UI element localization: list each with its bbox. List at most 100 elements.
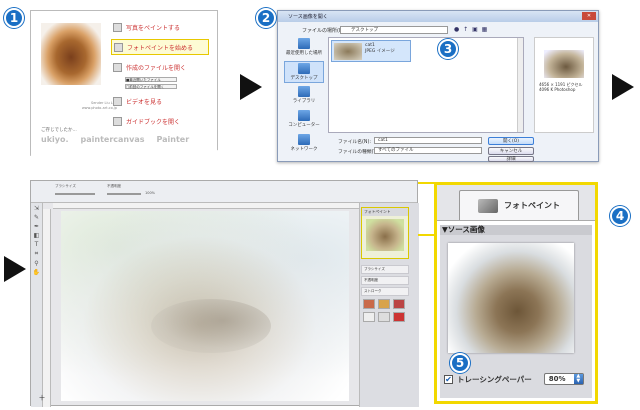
place-label: デスクトップ bbox=[290, 76, 318, 81]
fill-tool-icon[interactable]: ◧ bbox=[31, 232, 42, 239]
dialog-title-text: ソース画像を開く bbox=[288, 14, 328, 20]
file-list-scrollbar[interactable] bbox=[517, 38, 523, 132]
brush-size-label: ブラシサイズ bbox=[55, 184, 76, 188]
nav-toolbar-icons[interactable]: ● ↑ ▣ ▦ bbox=[454, 26, 488, 33]
file-list[interactable]: cat1 JPEG イメージ bbox=[328, 37, 524, 133]
ctrl-brush-size[interactable]: ブラシサイズ bbox=[361, 265, 409, 274]
ctrl-opacity[interactable]: 不透明度 bbox=[361, 276, 409, 285]
logo-painter[interactable]: Painter bbox=[156, 135, 189, 144]
computer-icon bbox=[298, 110, 310, 121]
horizontal-ruler bbox=[53, 203, 359, 209]
tracing-paper-label: トレーシングペーパー bbox=[457, 374, 532, 384]
swatch[interactable] bbox=[378, 312, 390, 322]
tracing-opacity-stepper[interactable]: 80% ▲ ▼ bbox=[543, 373, 584, 385]
menu-item-paint-photo[interactable]: 写真をペイントする bbox=[111, 19, 209, 35]
zoom-tool-icon[interactable]: ⚲ bbox=[31, 260, 42, 267]
tab-photopaint[interactable]: フォトペイント bbox=[459, 190, 579, 220]
brush-size-slider[interactable] bbox=[55, 193, 95, 195]
place-network[interactable]: ネットワーク bbox=[284, 133, 324, 155]
mini-source-image bbox=[366, 219, 404, 251]
desktop-icon bbox=[298, 63, 310, 74]
tracing-paper-row: ✔ トレーシングペーパー 80% ▲ ▼ bbox=[444, 373, 584, 385]
vertical-ruler bbox=[43, 209, 51, 407]
welcome-window: Sender Liu Leo www.photo-art.co.jp 写真をペイ… bbox=[30, 10, 218, 158]
brush-controls: ブラシサイズ 不透明度 ストローク bbox=[361, 265, 409, 298]
preview-image bbox=[544, 50, 584, 78]
swatch[interactable] bbox=[363, 312, 375, 322]
arrow-right-icon bbox=[240, 74, 262, 100]
zoom-connector bbox=[418, 234, 435, 236]
place-desktop[interactable]: デスクトップ bbox=[284, 61, 324, 83]
folder-icon bbox=[113, 62, 122, 72]
document-canvas[interactable] bbox=[61, 211, 349, 401]
network-icon bbox=[298, 134, 310, 145]
recent-icon bbox=[298, 38, 310, 49]
brush-icon bbox=[478, 198, 498, 213]
filename-label: ファイル名(N): bbox=[338, 140, 371, 145]
recent-files: ■最近開いたファイル □前回のファイルを開く bbox=[125, 77, 209, 89]
location-select[interactable]: デスクトップ bbox=[340, 26, 448, 34]
swatch[interactable] bbox=[393, 312, 405, 322]
swatch[interactable] bbox=[363, 299, 375, 309]
tracing-paper-checkbox[interactable]: ✔ bbox=[444, 374, 453, 384]
hand-tool-icon[interactable]: ✋ bbox=[31, 269, 42, 276]
filetype-select[interactable]: すべてのファイル bbox=[374, 147, 482, 154]
move-tool-icon[interactable]: ⇲ bbox=[31, 205, 42, 212]
app-window: ブラシサイズ 不透明度 100% cat_1.jpg @ 100% (トレーシン… bbox=[30, 180, 419, 407]
top-toolbar: ブラシサイズ 不透明度 100% bbox=[31, 181, 417, 203]
mini-panel-tab[interactable]: フォトペイント bbox=[362, 208, 408, 216]
menu-item-label: ビデオを見る bbox=[126, 98, 163, 106]
menu-item-guidebook[interactable]: ガイドブックを開く bbox=[111, 113, 209, 129]
recent-option[interactable]: ■最近開いたファイル bbox=[125, 77, 177, 82]
close-icon[interactable]: ✕ bbox=[582, 12, 596, 20]
photopaint-icon bbox=[114, 42, 123, 52]
opacity-label: 不透明度 bbox=[107, 184, 121, 188]
ctrl-stroke[interactable]: ストローク bbox=[361, 287, 409, 296]
step-1-badge: 1 bbox=[4, 8, 24, 28]
place-label: ライブラリ bbox=[292, 99, 316, 104]
add-layer-icon[interactable]: ＋ bbox=[31, 393, 53, 407]
source-panel-mini: フォトペイント bbox=[361, 207, 409, 259]
brush-tool-icon[interactable]: ✎ bbox=[31, 214, 42, 221]
spinner-icon[interactable]: ▲ ▼ bbox=[573, 374, 583, 384]
cat-image bbox=[151, 299, 271, 353]
tool-palette: ⇲ ✎ ✒ ◧ T ⌗ ⚲ ✋ bbox=[31, 203, 43, 407]
logo-paintercanvas[interactable]: paintercanvas bbox=[81, 135, 145, 144]
photopaint-panel-zoom: フォトペイント ▼ソース画像 5 ✔ トレーシングペーパー 80% ▲ ▼ bbox=[434, 182, 598, 404]
swatch[interactable] bbox=[378, 299, 390, 309]
text-tool-icon[interactable]: T bbox=[31, 241, 42, 248]
menu-item-label: 作成のファイルを開く bbox=[126, 64, 187, 72]
logo-ukiyo[interactable]: ukiyo. bbox=[41, 135, 69, 144]
file-item-cat1[interactable]: cat1 JPEG イメージ bbox=[331, 40, 411, 62]
swatch[interactable] bbox=[393, 299, 405, 309]
menu-item-label: フォトペイントを始める bbox=[127, 44, 194, 52]
preview-pane: 4656 × 1191 ピクセル 4096 K Photoshop bbox=[534, 37, 594, 133]
arrow-right-icon bbox=[612, 74, 634, 100]
pen-tool-icon[interactable]: ✒ bbox=[31, 223, 42, 230]
open-button[interactable]: 開く(O) bbox=[488, 137, 534, 145]
filename-input[interactable]: cat1 bbox=[374, 137, 482, 144]
menu-item-start-photopaint[interactable]: フォトペイントを始める bbox=[111, 39, 209, 55]
place-computer[interactable]: コンピューター bbox=[284, 109, 324, 131]
step-5-badge: 5 bbox=[450, 353, 470, 373]
menu-item-video[interactable]: ビデオを見る bbox=[111, 93, 209, 109]
menu-item-open-file[interactable]: 作成のファイルを開く bbox=[111, 59, 209, 75]
previous-option[interactable]: □前回のファイルを開く bbox=[125, 84, 177, 89]
source-image-preview bbox=[448, 243, 574, 353]
details-button[interactable]: 詳細 bbox=[488, 156, 534, 162]
crop-tool-icon[interactable]: ⌗ bbox=[31, 250, 42, 258]
place-library[interactable]: ライブラリ bbox=[284, 85, 324, 107]
open-source-dialog: ソース画像を開く ✕ ファイルの場所(I): デスクトップ ● ↑ ▣ ▦ 最近使… bbox=[277, 10, 599, 162]
place-label: コンピューター bbox=[288, 123, 320, 128]
did-you-know-label: ご存じでしたか... bbox=[41, 128, 77, 133]
location-label: ファイルの場所(I): bbox=[302, 28, 345, 34]
tracing-opacity-value: 80% bbox=[548, 375, 566, 383]
place-label: 最近使用した場所 bbox=[286, 51, 322, 56]
file-thumbnail bbox=[334, 43, 362, 60]
place-recent[interactable]: 最近使用した場所 bbox=[284, 37, 324, 59]
opacity-slider[interactable] bbox=[107, 193, 141, 195]
source-image-header[interactable]: ▼ソース画像 bbox=[440, 225, 592, 235]
place-label: ネットワーク bbox=[290, 147, 318, 152]
opacity-value: 100% bbox=[145, 191, 156, 195]
cancel-button[interactable]: キャンセル bbox=[488, 147, 534, 155]
